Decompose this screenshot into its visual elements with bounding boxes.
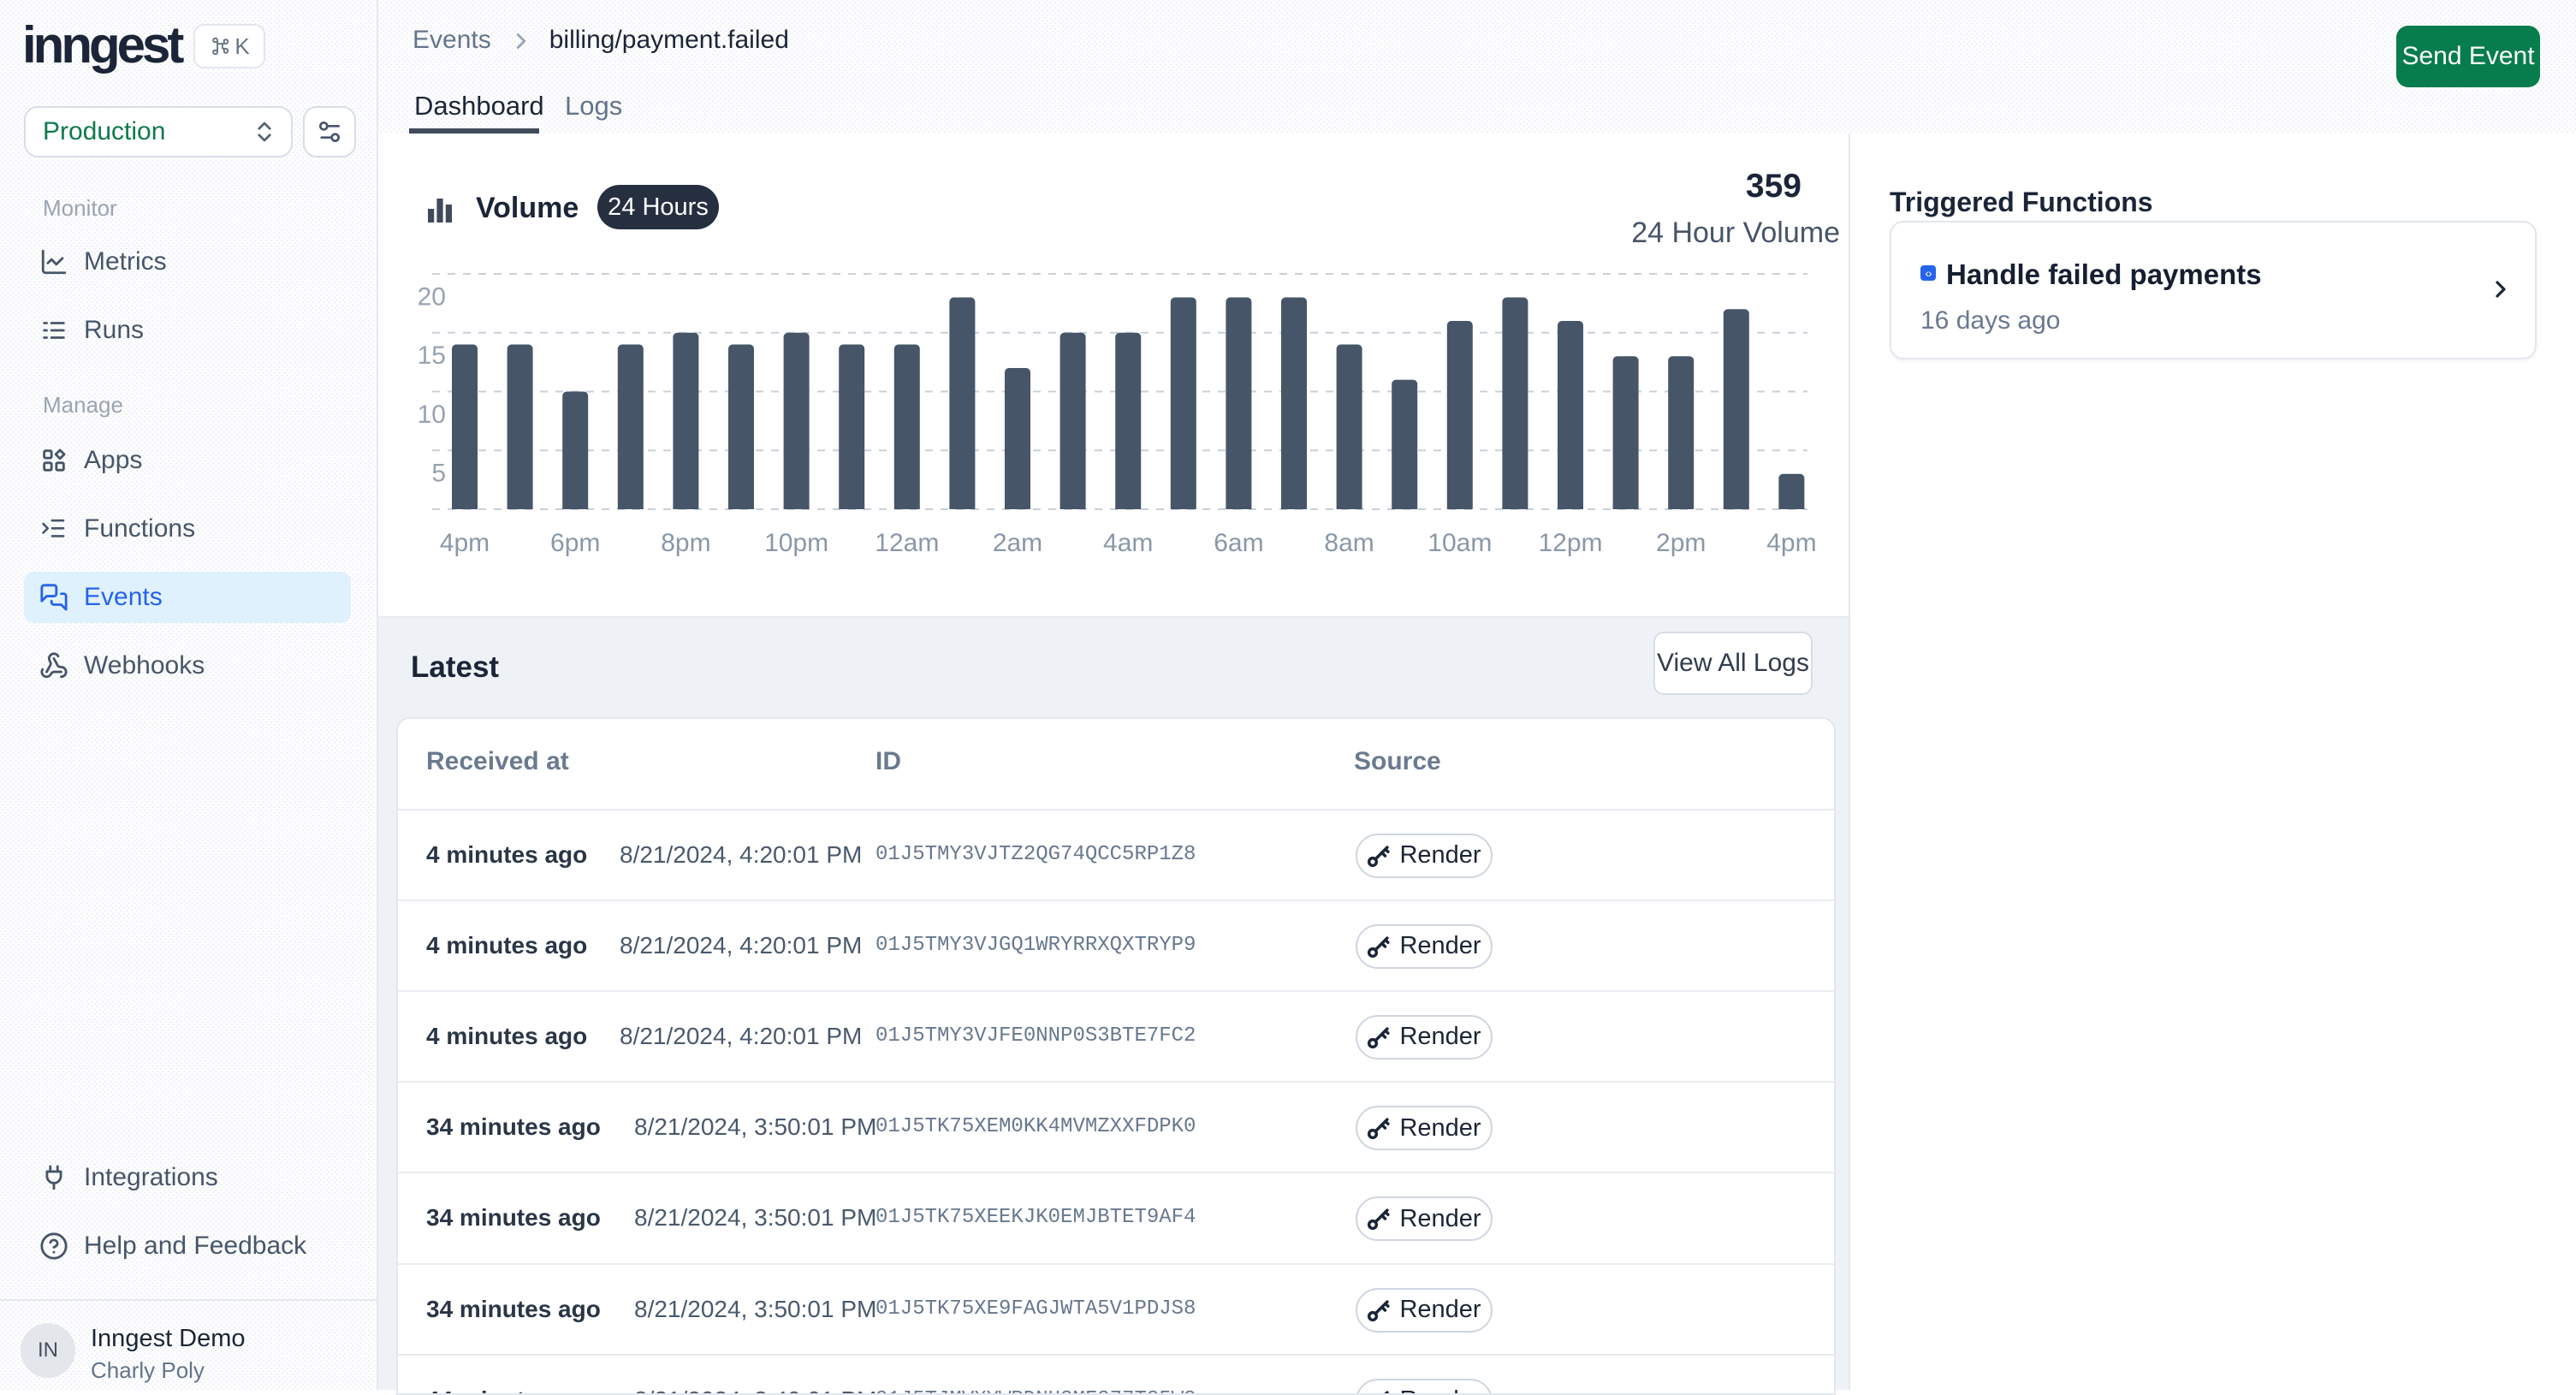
svg-text:10pm: 10pm (764, 529, 828, 557)
svg-text:8am: 8am (1324, 529, 1374, 557)
svg-text:5: 5 (431, 460, 446, 488)
svg-text:6pm: 6pm (550, 529, 600, 557)
svg-text:15: 15 (418, 341, 446, 370)
svg-text:4pm: 4pm (1766, 529, 1816, 557)
svg-text:4pm: 4pm (440, 529, 490, 557)
svg-text:4am: 4am (1103, 529, 1153, 557)
svg-text:10am: 10am (1427, 529, 1492, 557)
svg-text:12am: 12am (875, 529, 939, 557)
svg-text:2am: 2am (993, 529, 1042, 557)
svg-text:6am: 6am (1214, 529, 1263, 557)
svg-text:2pm: 2pm (1656, 529, 1706, 557)
svg-text:8pm: 8pm (661, 529, 710, 557)
svg-text:20: 20 (418, 282, 446, 311)
svg-text:10: 10 (418, 401, 446, 429)
svg-text:12pm: 12pm (1538, 529, 1602, 557)
